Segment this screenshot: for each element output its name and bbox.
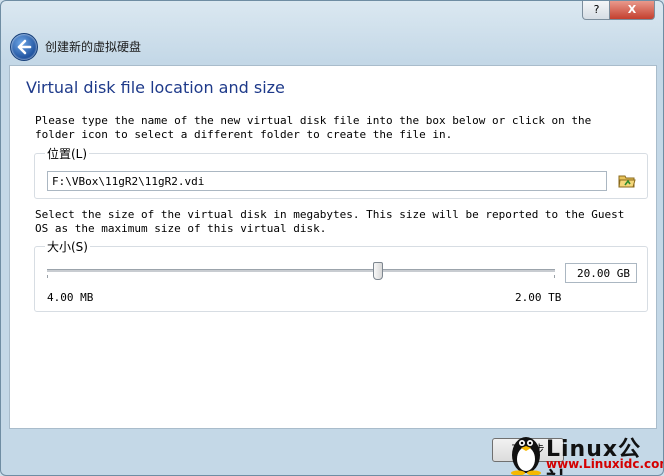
tux-penguin-icon — [511, 437, 541, 475]
title-bar: ? X 创建新的虚拟硬盘 — [1, 1, 663, 63]
slider-tick-max — [554, 275, 555, 278]
slider-max-label: 2.00 TB — [515, 291, 562, 304]
back-arrow-icon — [17, 39, 32, 55]
wizard-window: ? X 创建新的虚拟硬盘 Virtual disk file location … — [0, 0, 664, 476]
back-button[interactable] — [10, 33, 38, 61]
folder-icon — [618, 175, 636, 188]
size-group-label: 大小(S) — [45, 238, 90, 255]
location-description: Please type the name of the new virtual … — [35, 114, 592, 141]
choose-folder-button[interactable] — [617, 171, 637, 191]
size-slider-thumb[interactable] — [373, 262, 384, 280]
size-group: 大小(S) 20.00 GB 4.00 MB 2.00 TB — [34, 238, 648, 312]
close-button[interactable]: X — [609, 1, 655, 20]
location-group: 位置(L) F:\VBox\11gR2\11gR2.vdi — [34, 145, 648, 199]
file-path-input[interactable]: F:\VBox\11gR2\11gR2.vdi — [47, 171, 607, 191]
size-slider-track[interactable] — [47, 269, 555, 272]
slider-tick-min — [47, 275, 48, 278]
watermark: Linux公社 www.Linuxidc.com — [506, 429, 664, 475]
location-group-label: 位置(L) — [45, 145, 90, 162]
slider-min-label: 4.00 MB — [47, 291, 94, 304]
size-description: Select the size of the virtual disk in m… — [35, 208, 625, 235]
wizard-title: 创建新的虚拟硬盘 — [45, 40, 142, 54]
help-button[interactable]: ? — [582, 1, 611, 20]
watermark-site: www.Linuxidc.com — [546, 457, 664, 471]
page-heading: Virtual disk file location and size — [26, 78, 285, 97]
size-input[interactable]: 20.00 GB — [565, 263, 637, 283]
